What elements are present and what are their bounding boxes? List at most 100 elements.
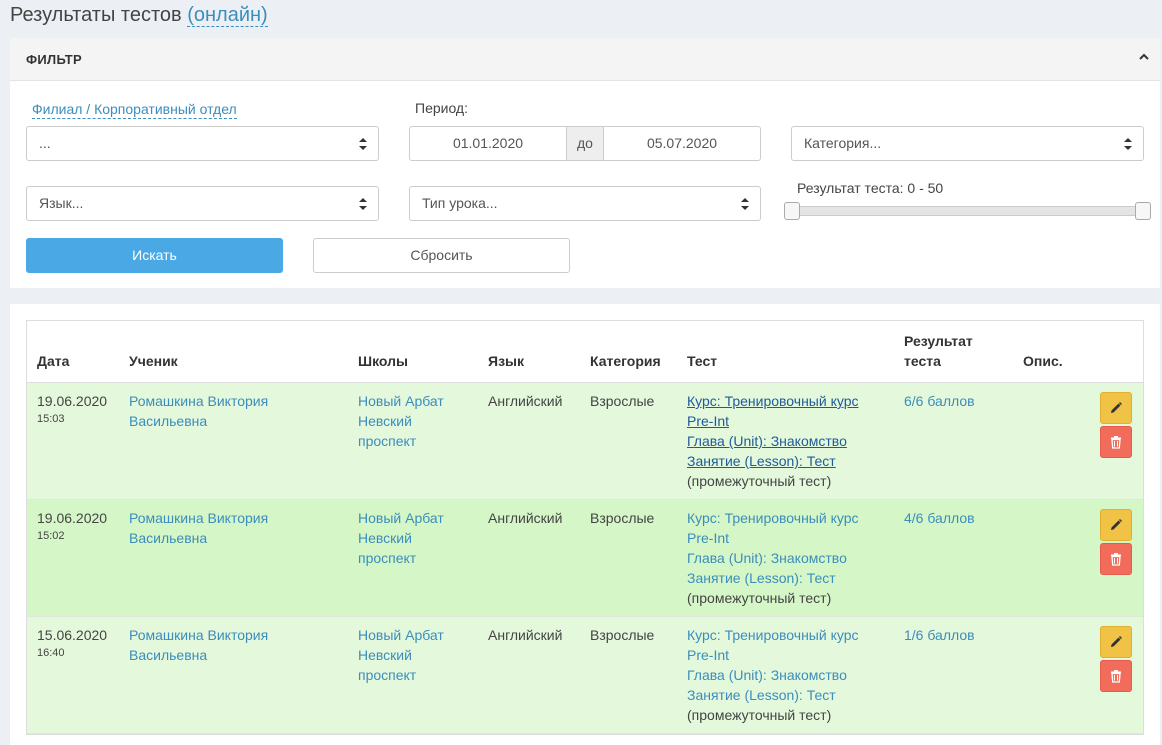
delete-button[interactable]	[1100, 660, 1132, 692]
filter-title: ФИЛЬТР	[26, 52, 83, 67]
student-name-line1: Ромашкина Виктория	[129, 393, 269, 409]
school-line3: проспект	[358, 667, 417, 683]
result-range-label: Результат теста: 0 - 50	[797, 180, 944, 196]
date-from-input[interactable]: 01.01.2020	[410, 127, 566, 160]
edit-button[interactable]	[1100, 509, 1132, 541]
date-cell: 15.06.2020 16:40	[37, 625, 107, 661]
school-link[interactable]: Новый Арбат Невский проспект	[358, 625, 444, 685]
chevron-up-icon[interactable]	[1136, 49, 1152, 65]
category-value: Взрослые	[590, 627, 655, 643]
trash-icon	[1111, 670, 1121, 683]
school-line2: Невский	[358, 413, 412, 429]
test-course-line2[interactable]: Pre-Int	[687, 645, 859, 665]
slider-min-handle[interactable]	[784, 202, 800, 220]
time-value: 15:03	[37, 413, 65, 425]
date-to-input[interactable]: 05.07.2020	[604, 127, 760, 160]
pencil-icon	[1111, 402, 1122, 413]
language-value: Английский	[488, 510, 563, 526]
branch-label-link[interactable]: Филиал / Корпоративный отдел	[32, 100, 237, 119]
test-course-line2[interactable]: Pre-Int	[687, 528, 859, 548]
school-line3: проспект	[358, 433, 417, 449]
student-link[interactable]: Ромашкина Виктория Васильевна	[129, 391, 268, 431]
col-date[interactable]: Дата	[37, 351, 69, 371]
result-range-slider[interactable]	[785, 206, 1145, 216]
trash-icon	[1111, 553, 1121, 566]
date-separator: до	[566, 127, 604, 160]
test-type: (промежуточный тест)	[687, 473, 832, 489]
language-select-placeholder: Язык...	[39, 195, 84, 211]
test-course-line1[interactable]: Курс: Тренировочный курс	[687, 625, 859, 645]
test-type: (промежуточный тест)	[687, 590, 832, 606]
language-value: Английский	[488, 627, 563, 643]
filter-header[interactable]: ФИЛЬТР	[10, 38, 1160, 81]
table-row: 15.06.2020 16:40 Ромашкина Виктория Васи…	[27, 617, 1143, 734]
language-select[interactable]: Язык...	[26, 186, 379, 221]
col-description[interactable]: Опис.	[1023, 351, 1063, 371]
student-name-line2: Васильевна	[129, 530, 208, 546]
col-result-line1: Результат	[904, 333, 973, 349]
test-course-line2[interactable]: Pre-Int	[687, 411, 859, 431]
school-line2: Невский	[358, 530, 412, 546]
test-unit-link[interactable]: Глава (Unit): Знакомство	[687, 431, 859, 451]
branch-select[interactable]: ...	[26, 126, 379, 161]
school-link[interactable]: Новый Арбат Невский проспект	[358, 391, 444, 451]
col-student[interactable]: Ученик	[129, 351, 178, 371]
table-header: Дата Ученик Школы Язык Категория Тест Ре…	[27, 321, 1143, 383]
sort-arrows-icon	[359, 198, 367, 210]
branch-select-value: ...	[39, 135, 51, 151]
col-language[interactable]: Язык	[488, 351, 524, 371]
category-select-placeholder: Категория...	[804, 135, 882, 151]
period-date-range: 01.01.2020 до 05.07.2020	[409, 126, 761, 161]
results-table: Дата Ученик Школы Язык Категория Тест Ре…	[26, 320, 1144, 735]
student-link[interactable]: Ромашкина Виктория Васильевна	[129, 625, 268, 665]
school-line2: Невский	[358, 647, 412, 663]
table-row: 19.06.2020 15:02 Ромашкина Виктория Васи…	[27, 500, 1143, 617]
period-label: Период:	[415, 100, 468, 116]
col-result[interactable]: Результат теста	[904, 331, 973, 371]
test-lesson-link[interactable]: Занятие (Lesson): Тест	[687, 451, 859, 471]
category-select[interactable]: Категория...	[791, 126, 1144, 161]
test-unit-link[interactable]: Глава (Unit): Знакомство	[687, 665, 859, 685]
test-course-line1[interactable]: Курс: Тренировочный курс	[687, 508, 859, 528]
student-name-line2: Васильевна	[129, 413, 208, 429]
col-category[interactable]: Категория	[590, 351, 661, 371]
student-link[interactable]: Ромашкина Виктория Васильевна	[129, 508, 268, 548]
col-schools[interactable]: Школы	[358, 351, 408, 371]
online-link[interactable]: (онлайн)	[187, 4, 268, 27]
col-result-line2: теста	[904, 353, 941, 369]
date-value: 19.06.2020	[37, 393, 108, 409]
school-line1: Новый Арбат	[358, 393, 444, 409]
result-link[interactable]: 4/6 баллов	[904, 508, 975, 528]
test-unit-link[interactable]: Глава (Unit): Знакомство	[687, 548, 859, 568]
language-value: Английский	[488, 393, 563, 409]
pencil-icon	[1111, 636, 1122, 647]
student-name-line2: Васильевна	[129, 647, 208, 663]
test-course-line1[interactable]: Курс: Тренировочный курс	[687, 391, 859, 411]
search-button[interactable]: Искать	[26, 238, 283, 273]
sort-arrows-icon	[359, 138, 367, 150]
pencil-icon	[1111, 519, 1122, 530]
school-line3: проспект	[358, 550, 417, 566]
student-name-line1: Ромашкина Виктория	[129, 627, 269, 643]
col-test[interactable]: Тест	[687, 351, 717, 371]
test-lesson-link[interactable]: Занятие (Lesson): Тест	[687, 685, 859, 705]
edit-button[interactable]	[1100, 626, 1132, 658]
edit-button[interactable]	[1100, 392, 1132, 424]
sort-arrows-icon	[741, 198, 749, 210]
results-panel: Дата Ученик Школы Язык Категория Тест Ре…	[10, 304, 1160, 745]
school-link[interactable]: Новый Арбат Невский проспект	[358, 508, 444, 568]
date-cell: 19.06.2020 15:03	[37, 391, 107, 427]
slider-max-handle[interactable]	[1135, 202, 1151, 220]
delete-button[interactable]	[1100, 426, 1132, 458]
result-link[interactable]: 6/6 баллов	[904, 391, 975, 411]
time-value: 16:40	[37, 647, 65, 659]
filter-panel: ФИЛЬТР Филиал / Корпоративный отдел ... …	[10, 38, 1160, 288]
test-lesson-link[interactable]: Занятие (Lesson): Тест	[687, 568, 859, 588]
test-cell: Курс: Тренировочный курс Pre-Int Глава (…	[687, 625, 859, 725]
result-link[interactable]: 1/6 баллов	[904, 625, 975, 645]
reset-button[interactable]: Сбросить	[313, 238, 570, 273]
category-value: Взрослые	[590, 510, 655, 526]
delete-button[interactable]	[1100, 543, 1132, 575]
lesson-type-select[interactable]: Тип урока...	[409, 186, 761, 221]
time-value: 15:02	[37, 530, 65, 542]
